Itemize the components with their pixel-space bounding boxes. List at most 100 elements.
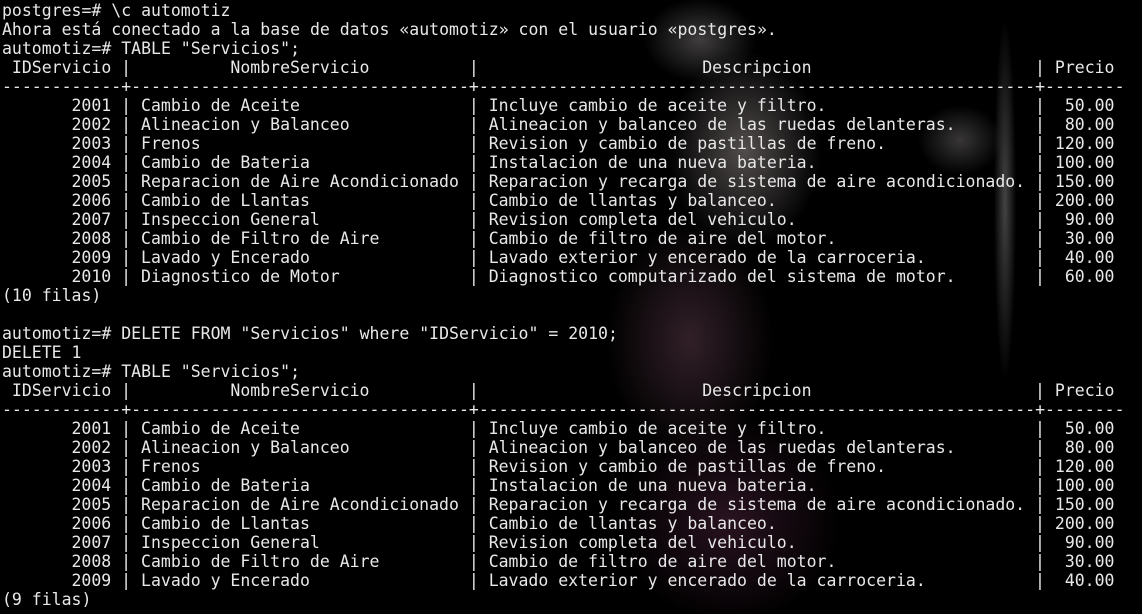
table-divider: ------------+---------------------------… (2, 400, 1125, 419)
table-cell: Revision completa del vehiculo. (488, 210, 797, 229)
column-separator: | (121, 134, 132, 153)
column-separator: | (1035, 267, 1045, 286)
command-line: automotiz=# TABLE "Servicios"; (2, 362, 301, 381)
terminal-output[interactable]: postgres=# \c automotiz Ahora está conect… (2, 1, 1125, 609)
table-cell: 2002 (71, 115, 112, 134)
table-row: 2005 | Reparacion de Aire Acondicionado | Re… (2, 172, 1125, 191)
column-separator: | (121, 533, 132, 552)
column-separator: | (1035, 115, 1045, 134)
table-cell: Lavado exterior y encerado de la carroce… (488, 571, 926, 590)
table-cell: 150.00 (1054, 495, 1115, 514)
table-cell: Incluye cambio de aceite y filtro. (488, 419, 827, 438)
table-cell: Revision y cambio de pastillas de freno. (488, 457, 887, 476)
table-cell: Cambio de Filtro de Aire (141, 229, 380, 248)
column-separator: | (468, 172, 479, 191)
column-separator: | (121, 267, 132, 286)
column-separator: | (121, 514, 132, 533)
table-row: 2010 | Diagnostico de Motor | Diagnostico co… (2, 267, 1125, 286)
column-separator: | (121, 552, 132, 571)
table-cell: 2008 (71, 552, 112, 571)
table-cell: 80.00 (1064, 438, 1115, 457)
table-cell: 120.00 (1054, 457, 1115, 476)
column-separator: | (1035, 172, 1045, 191)
table-cell: Cambio de Bateria (141, 153, 310, 172)
table-cell: 2009 (71, 571, 112, 590)
table-cell: Lavado y Encerado (141, 248, 310, 267)
column-separator: | (1035, 476, 1045, 495)
column-separator: | (468, 571, 479, 590)
table-row: 2004 | Cambio de Bateria | Instalacion de un… (2, 476, 1125, 495)
column-separator: | (468, 96, 479, 115)
column-separator: | (121, 476, 132, 495)
column-header: IDServicio (11, 58, 112, 77)
table-row: 2001 | Cambio de Aceite | Incluye cambio de … (2, 419, 1125, 438)
table-row: 2003 | Frenos | Revision y cambio de pastill… (2, 457, 1125, 476)
table-cell: 200.00 (1054, 191, 1115, 210)
table-cell: Instalacion de una nueva bateria. (488, 476, 817, 495)
column-separator: | (468, 153, 479, 172)
table-cell: 2003 (71, 134, 112, 153)
table-cell: 30.00 (1064, 229, 1115, 248)
row-count: (9 filas) (2, 590, 92, 609)
column-header: NombreServicio (230, 58, 370, 77)
column-separator: | (468, 134, 479, 153)
table-cell: Alineacion y balanceo de las ruedas dela… (488, 115, 956, 134)
table-cell: Reparacion y recarga de sistema de aire … (488, 495, 1026, 514)
table-cell: 120.00 (1054, 134, 1115, 153)
column-separator: | (468, 438, 479, 457)
column-separator: | (468, 495, 479, 514)
table-cell: 2005 (71, 495, 112, 514)
table-cell: 2008 (71, 229, 112, 248)
table-cell: 90.00 (1064, 210, 1115, 229)
table-cell: Diagnostico de Motor (141, 267, 340, 286)
table-cell: Instalacion de una nueva bateria. (488, 153, 817, 172)
column-header: NombreServicio (230, 381, 370, 400)
column-separator: | (121, 571, 132, 590)
table-cell: Cambio de llantas y balanceo. (488, 514, 777, 533)
table-header-row: IDServicio | NombreServicio | Descripcion | Pr… (2, 58, 1125, 77)
table-cell: 2003 (71, 457, 112, 476)
table-row: 2007 | Inspeccion General | Revision complet… (2, 533, 1125, 552)
table-cell: Cambio de Aceite (141, 96, 300, 115)
table-row: 2005 | Reparacion de Aire Acondicionado | Re… (2, 495, 1125, 514)
table-cell: Revision completa del vehiculo. (488, 533, 797, 552)
column-header: Descripcion (702, 381, 812, 400)
table-cell: 50.00 (1064, 96, 1115, 115)
table-cell: Revision y cambio de pastillas de freno. (488, 134, 887, 153)
table-cell: Lavado y Encerado (141, 571, 310, 590)
table-cell: 30.00 (1064, 552, 1115, 571)
column-separator: | (121, 153, 132, 172)
table-row: 2009 | Lavado y Encerado | Lavado exterior y… (2, 248, 1125, 267)
column-separator: | (468, 248, 479, 267)
column-separator: | (1035, 438, 1045, 457)
table-row: 2001 | Cambio de Aceite | Incluye cambio de … (2, 96, 1125, 115)
column-separator: | (1035, 248, 1045, 267)
table-row: 2006 | Cambio de Llantas | Cambio de llantas… (2, 191, 1125, 210)
table-cell: Incluye cambio de aceite y filtro. (488, 96, 827, 115)
table-cell: 40.00 (1064, 571, 1115, 590)
table-cell: 50.00 (1064, 419, 1115, 438)
table-cell: Diagnostico computarizado del sistema de… (488, 267, 956, 286)
column-separator: | (1035, 58, 1045, 77)
column-separator: | (1035, 514, 1045, 533)
column-separator: | (1035, 210, 1045, 229)
table-cell: 2006 (71, 191, 112, 210)
column-header: Precio (1054, 58, 1115, 77)
column-separator: | (1035, 552, 1045, 571)
table-row: 2003 | Frenos | Revision y cambio de pastill… (2, 134, 1125, 153)
table-cell: Reparacion de Aire Acondicionado (141, 172, 459, 191)
column-separator: | (1035, 96, 1045, 115)
column-separator: | (468, 58, 479, 77)
column-separator: | (121, 96, 132, 115)
table-cell: Cambio de llantas y balanceo. (488, 191, 777, 210)
column-separator: | (468, 514, 479, 533)
table-cell: 2004 (71, 153, 112, 172)
column-separator: | (1035, 191, 1045, 210)
table-header-row: IDServicio | NombreServicio | Descripcion | Pr… (2, 381, 1125, 400)
connection-message: Ahora está conectado a la base de datos … (2, 20, 777, 39)
column-separator: | (121, 381, 132, 400)
column-separator: | (1035, 381, 1045, 400)
column-separator: | (121, 495, 132, 514)
column-separator: | (1035, 457, 1045, 476)
table-cell: Frenos (141, 134, 201, 153)
